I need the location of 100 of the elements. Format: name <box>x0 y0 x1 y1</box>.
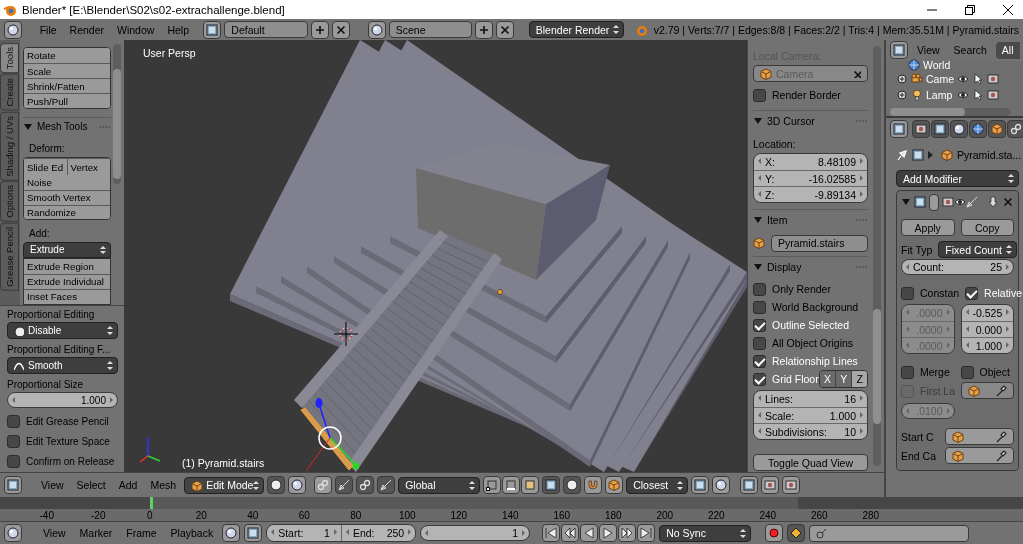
menu-item[interactable]: File <box>34 23 62 36</box>
tool-button[interactable]: Push/Pull <box>24 93 110 109</box>
scene-browse-button[interactable] <box>367 20 386 39</box>
clear-icon[interactable] <box>852 69 861 78</box>
outliner-item[interactable]: Lamp <box>926 88 954 101</box>
scrollbar-thumb[interactable] <box>890 108 965 116</box>
snap-project-button[interactable] <box>712 476 731 494</box>
object-name-field[interactable]: Pyramid.stairs <box>771 234 868 252</box>
apply-button[interactable]: Apply <box>901 219 955 236</box>
playback-button[interactable] <box>561 524 580 542</box>
eye-icon[interactable] <box>954 196 966 208</box>
occlude-button[interactable] <box>542 476 561 494</box>
menu-item[interactable]: Search <box>948 44 992 57</box>
render-button[interactable] <box>761 476 780 494</box>
axis-toggle[interactable]: Z <box>851 371 867 387</box>
playback-button[interactable] <box>637 524 656 542</box>
editor-type-button[interactable] <box>890 120 908 138</box>
falloff-dropdown[interactable]: Smooth <box>7 357 118 374</box>
coordinate-field[interactable]: Y: -16.02585 <box>754 170 867 186</box>
transform-gizmo-icon[interactable] <box>305 398 359 472</box>
checkbox[interactable] <box>901 286 914 300</box>
keying-set-field[interactable] <box>809 524 970 542</box>
number-field[interactable]: Subdivisions: 10 <box>754 423 867 439</box>
shading-button[interactable] <box>267 476 286 494</box>
render-icon[interactable] <box>942 196 954 208</box>
checkbox[interactable] <box>753 336 766 350</box>
keying-button[interactable] <box>787 524 806 542</box>
eyedropper-icon[interactable] <box>995 449 1007 462</box>
screen-layout-field[interactable]: Default <box>224 21 309 38</box>
proportional-size-field[interactable]: 1.000 <box>7 392 118 408</box>
checkbox[interactable] <box>753 354 766 368</box>
filter-button[interactable]: All <box>995 41 1020 59</box>
menu-item[interactable]: Window <box>112 23 160 36</box>
coordinate-field[interactable]: Z: -9.89134 <box>754 186 867 202</box>
menu-item[interactable]: View <box>912 44 945 57</box>
layout-browse-button[interactable] <box>203 20 222 39</box>
disclosure-triangle-icon[interactable] <box>753 261 763 272</box>
disclosure-triangle-icon[interactable] <box>753 115 763 126</box>
snap-element-button[interactable] <box>605 476 624 494</box>
offset-field[interactable]: 1.000 <box>961 337 1013 353</box>
disclosure-triangle-icon[interactable] <box>753 214 763 225</box>
menu-item[interactable]: View <box>36 479 69 491</box>
number-field[interactable]: Scale: 1.000 <box>754 407 867 423</box>
eyedropper-icon[interactable] <box>995 384 1007 397</box>
record-button[interactable] <box>765 524 784 542</box>
editor-type-button[interactable] <box>4 524 22 542</box>
orientation-dropdown[interactable]: Global <box>398 476 481 494</box>
add-button[interactable] <box>475 20 494 39</box>
render-animation-button[interactable] <box>782 476 801 494</box>
checkbox[interactable] <box>7 454 20 468</box>
axis-toggle[interactable]: Y <box>835 371 852 387</box>
scrollbar-thumb[interactable] <box>873 309 881 424</box>
object-picker-field[interactable] <box>945 447 1014 464</box>
eyedropper-icon[interactable] <box>995 430 1007 443</box>
scale-toggle[interactable] <box>377 476 396 494</box>
menu-item[interactable]: View <box>38 527 71 539</box>
current-frame-field[interactable]: 1 <box>420 525 531 541</box>
coordinate-field[interactable]: X: 8.48109 <box>754 154 867 170</box>
render-engine-dropdown[interactable]: Blender Render <box>528 21 625 38</box>
editor-type-button[interactable] <box>4 476 22 494</box>
number-field[interactable]: Lines: 16 <box>754 391 867 407</box>
display-mode-button[interactable] <box>890 41 908 60</box>
preview-range-button[interactable] <box>222 524 241 542</box>
playback-button[interactable] <box>580 524 599 542</box>
checkbox[interactable] <box>901 365 914 379</box>
render-icon[interactable] <box>987 88 999 101</box>
collapse-icon[interactable] <box>901 197 911 207</box>
manipulator-toggle[interactable] <box>314 476 333 494</box>
maximize-icon[interactable] <box>965 4 975 15</box>
menu-item[interactable]: Frame <box>121 527 162 539</box>
context-tab[interactable] <box>988 120 1006 138</box>
face-select-button[interactable] <box>521 476 540 494</box>
checkbox[interactable] <box>753 282 766 296</box>
pin-icon[interactable] <box>896 149 908 161</box>
context-tab[interactable] <box>912 120 930 138</box>
fit-type-dropdown[interactable]: Fixed Count <box>938 241 1017 258</box>
proportional-button[interactable] <box>563 476 582 494</box>
menu-item[interactable]: Render <box>64 23 109 36</box>
checkbox[interactable] <box>965 286 979 300</box>
context-tab[interactable] <box>931 120 949 138</box>
snap-target-dropdown[interactable]: Closest <box>626 476 689 494</box>
scene-field[interactable]: Scene <box>388 21 473 38</box>
tool-button[interactable]: Vertex <box>66 159 110 176</box>
3d-cursor-icon[interactable] <box>333 321 359 347</box>
menu-item[interactable]: Help <box>162 23 194 36</box>
expand-icon[interactable] <box>896 88 908 101</box>
outliner-item[interactable]: Came <box>926 72 954 85</box>
translate-toggle[interactable] <box>335 476 354 494</box>
checkbox[interactable] <box>753 88 766 102</box>
count-field[interactable]: Count: 25 <box>901 259 1014 275</box>
remove-button[interactable] <box>496 20 515 39</box>
render-icon[interactable] <box>987 72 999 85</box>
scrollbar-thumb[interactable] <box>113 69 121 179</box>
context-tab[interactable] <box>969 120 987 138</box>
checkbox[interactable] <box>753 318 766 332</box>
copy-button[interactable]: Copy <box>960 219 1014 236</box>
expand-icon[interactable] <box>896 72 908 85</box>
playback-button[interactable] <box>599 524 618 542</box>
offset-field[interactable]: -0.525 <box>961 305 1013 321</box>
checkbox[interactable] <box>753 300 766 314</box>
